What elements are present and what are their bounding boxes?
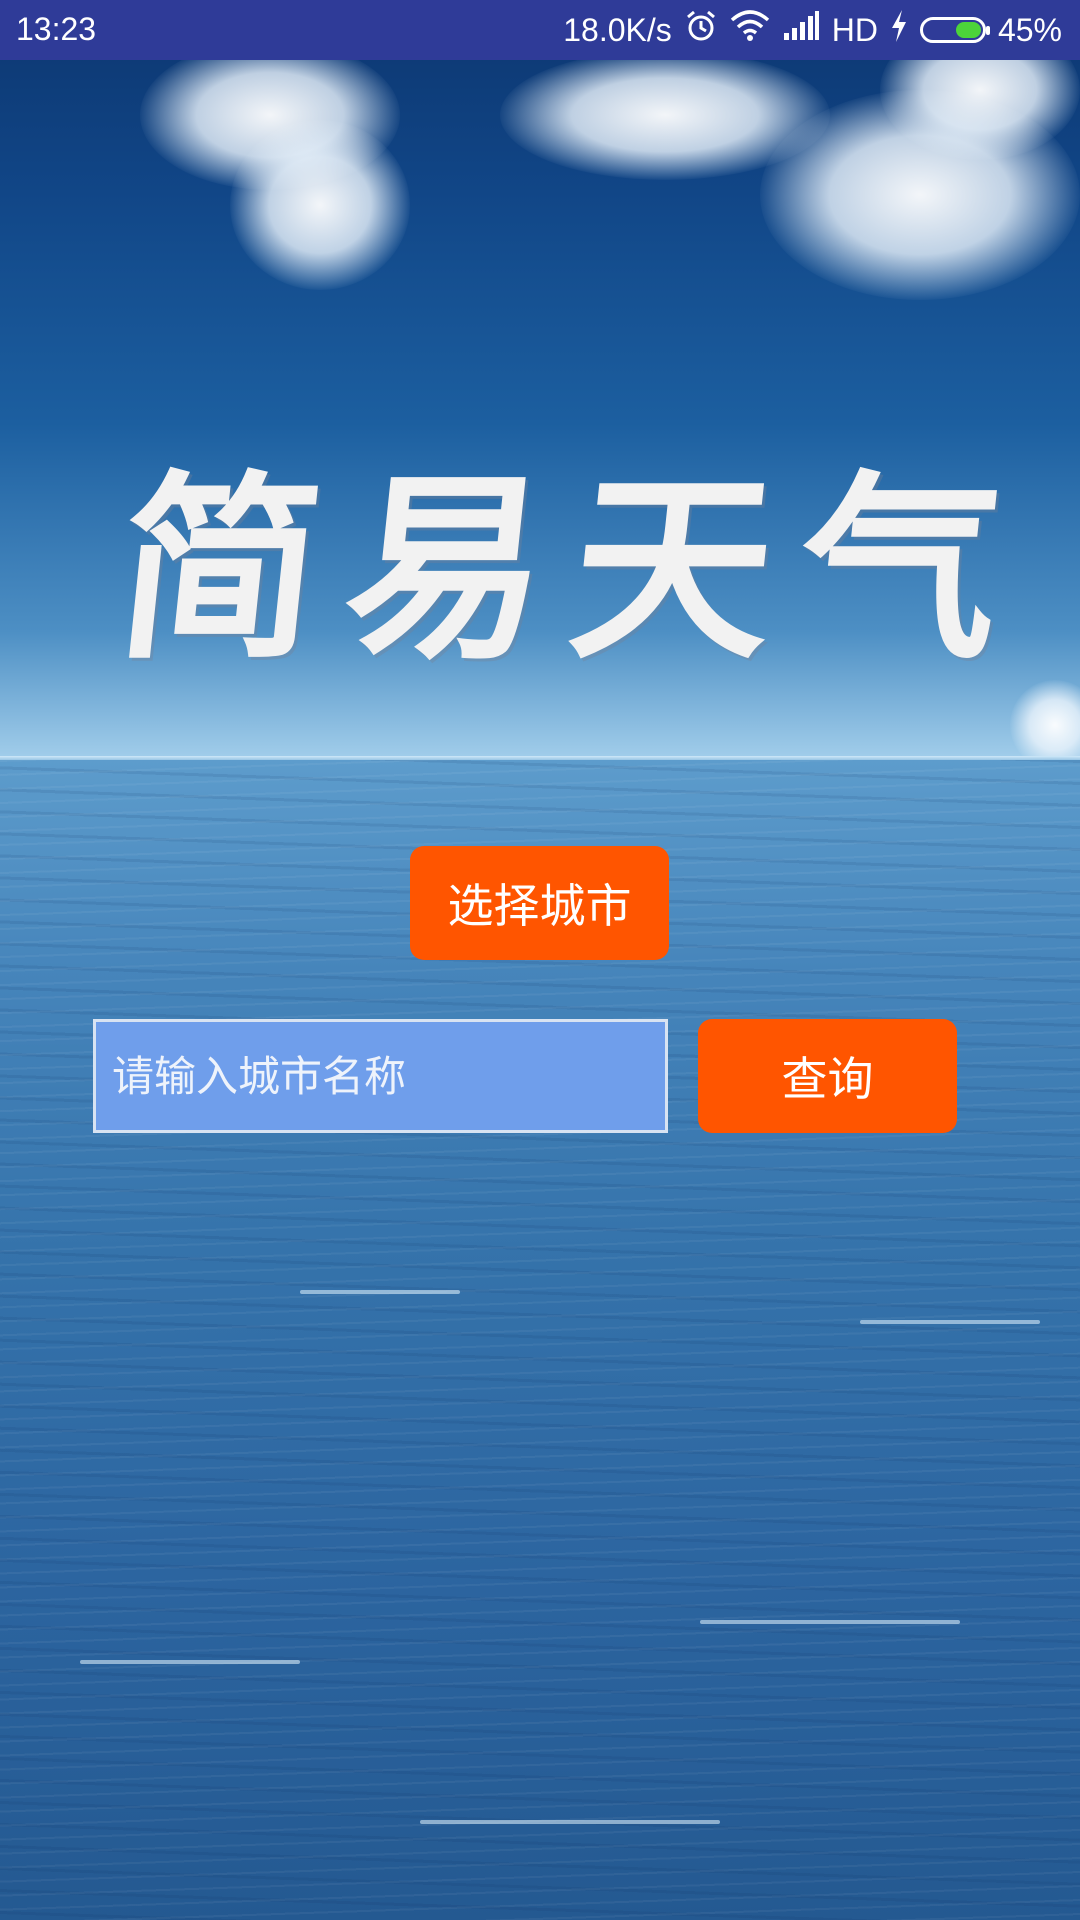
city-name-input[interactable] — [93, 1019, 668, 1133]
app-title-char: 气 — [787, 452, 1013, 687]
app-screen: 13:23 18.0K/s HD 45% 简 易 天 气 选择城市 请输入城市名… — [0, 0, 1080, 1920]
app-title-char: 易 — [334, 452, 560, 687]
battery-percent: 45% — [997, 11, 1062, 48]
alarm-icon — [684, 9, 718, 51]
query-button[interactable]: 查询 — [698, 1019, 957, 1133]
app-title-char: 天 — [561, 452, 786, 687]
status-icons: 18.0K/s HD 45% — [563, 0, 1062, 60]
wave — [300, 1290, 460, 1294]
battery-level — [955, 22, 981, 38]
wave — [700, 1620, 960, 1624]
select-city-button[interactable]: 选择城市 — [410, 846, 669, 960]
network-speed: 18.0K/s — [563, 11, 672, 48]
charging-icon — [890, 10, 908, 50]
wave — [420, 1820, 720, 1824]
cloud — [230, 120, 410, 290]
wave — [860, 1320, 1040, 1324]
signal-icon — [782, 11, 820, 49]
battery-icon — [919, 17, 990, 43]
app-title-char: 简 — [107, 452, 333, 687]
wave — [80, 1660, 300, 1664]
wifi-icon — [730, 10, 770, 50]
app-title: 简 易 天 气 — [108, 450, 1013, 690]
network-type: HD — [831, 11, 878, 48]
status-bar: 13:23 18.0K/s HD 45% — [0, 0, 1080, 60]
status-time: 13:23 — [16, 11, 97, 47]
